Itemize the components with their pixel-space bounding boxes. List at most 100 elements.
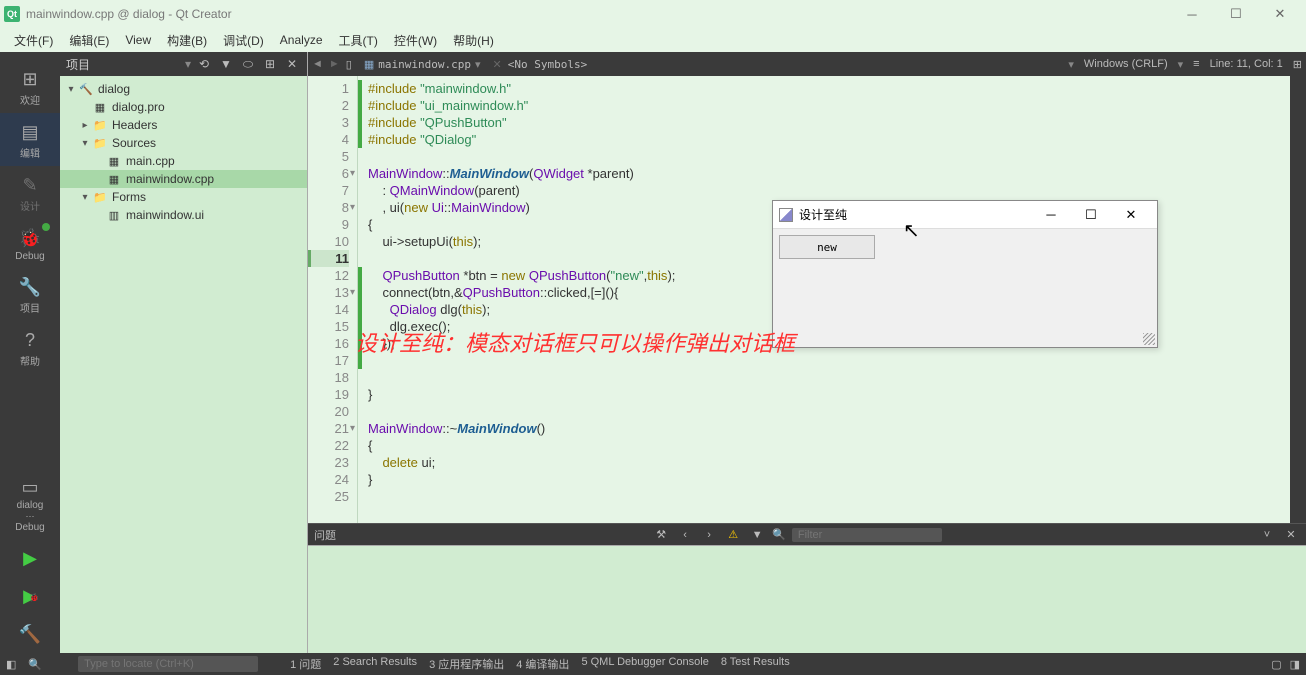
build-button[interactable]: 🔨 — [0, 615, 60, 653]
dialog-minimize-button[interactable]: ─ — [1031, 207, 1071, 223]
tree-item[interactable]: ▸📁Headers — [60, 116, 307, 134]
folder-icon: 📁 — [92, 117, 108, 133]
menu-item[interactable]: Analyze — [272, 31, 331, 49]
output-tab[interactable]: 2 Search Results — [333, 656, 417, 672]
symbols-dropdown[interactable]: <No Symbols> — [508, 58, 587, 71]
menu-item[interactable]: 控件(W) — [386, 30, 445, 51]
mode-selector: ⊞欢迎 ▤编辑 ✎设计 🐞Debug 🔧项目 ?帮助 ▭dialog⋯Debug… — [0, 52, 60, 653]
issues-toolbar: 问题 ⚒ ‹ › ⚠ ▼ 🔍 ˅ ✕ — [308, 523, 1306, 545]
issues-min-icon[interactable]: ˅ — [1258, 529, 1276, 541]
menu-item[interactable]: 文件(F) — [6, 30, 61, 51]
close-button[interactable]: ✕ — [1258, 0, 1302, 28]
output-tab[interactable]: 3 应用程序输出 — [429, 656, 504, 672]
issues-filter-input[interactable] — [792, 528, 942, 542]
sidebar-toggle-icon[interactable]: ◧ — [6, 658, 16, 671]
right-sidebar-toggle-icon[interactable]: ◨ — [1290, 658, 1300, 671]
dialog-maximize-button[interactable]: ☐ — [1071, 207, 1111, 223]
projects-header-label: 项目 — [66, 56, 181, 73]
resize-grip-icon[interactable] — [1143, 333, 1155, 345]
output-tab[interactable]: 4 编译输出 — [516, 656, 569, 672]
output-tab[interactable]: 8 Test Results — [721, 656, 790, 672]
mode-welcome[interactable]: ⊞欢迎 — [0, 60, 60, 113]
mode-design[interactable]: ✎设计 — [0, 166, 60, 219]
runtime-dialog-window: 设计至纯 ─ ☐ ✕ new — [772, 200, 1158, 348]
tree-item-label: mainwindow.ui — [126, 208, 204, 222]
debug-run-button[interactable]: ▶🐞 — [0, 577, 60, 615]
tree-item-label: Forms — [112, 190, 146, 204]
dialog-app-icon — [779, 208, 793, 222]
file-tab[interactable]: ▦ mainwindow.cpp ▾ — [358, 58, 487, 71]
kit-selector[interactable]: ▭dialog⋯Debug — [0, 468, 60, 539]
titlebar: Qt mainwindow.cpp @ dialog - Qt Creator … — [0, 0, 1306, 28]
menu-item[interactable]: 帮助(H) — [445, 30, 502, 51]
tree-item-label: dialog — [98, 82, 130, 96]
annotation-text: 设计至纯：模态对话框只可以操作弹出对话框 — [355, 326, 795, 358]
window-title: mainwindow.cpp @ dialog - Qt Creator — [26, 7, 232, 21]
menubar: 文件(F)编辑(E)View构建(B)调试(D)Analyze工具(T)控件(W… — [0, 28, 1306, 52]
output-tab[interactable]: 1 问题 — [290, 656, 321, 672]
minimize-button[interactable]: ─ — [1170, 0, 1214, 28]
scrollbar-v[interactable] — [1290, 76, 1306, 523]
app-icon: Qt — [4, 6, 20, 22]
next-issue-icon[interactable]: › — [700, 529, 718, 541]
tree-item-label: Sources — [112, 136, 156, 150]
status-close-icon[interactable]: ▢ — [1271, 658, 1281, 671]
menu-item[interactable]: 构建(B) — [159, 30, 215, 51]
locator-input[interactable] — [78, 656, 258, 672]
run-button[interactable]: ▶ — [0, 539, 60, 577]
tree-item-label: dialog.pro — [112, 100, 165, 114]
folder-icon: 📁 — [92, 135, 108, 151]
warning-icon[interactable]: ⚠ — [724, 528, 742, 541]
maximize-button[interactable]: ☐ — [1214, 0, 1258, 28]
statusbar: ◧ 🔍 1 问题2 Search Results3 应用程序输出4 编译输出5 … — [0, 653, 1306, 675]
filter-icon[interactable]: ▼ — [217, 55, 235, 73]
nav-fwd-icon[interactable]: ► — [329, 58, 340, 70]
tree-item[interactable]: ▥ mainwindow.ui — [60, 206, 307, 224]
editor-toolbar: ◄ ► ▯ ▦ mainwindow.cpp ▾ ✕ <No Symbols> … — [308, 52, 1306, 76]
nav-back-icon[interactable]: ◄ — [312, 58, 323, 70]
tree-item[interactable]: ▾📁Forms — [60, 188, 307, 206]
ui-icon: ▥ — [106, 207, 122, 223]
filter-issues-icon[interactable]: ▼ — [748, 529, 766, 541]
dialog-new-button[interactable]: new — [779, 235, 875, 259]
sync-icon[interactable]: ⟲ — [195, 55, 213, 73]
projects-pane: 项目 ▾ ⟲ ▼ ⬭ ⊞ ✕ ▾🔨dialog▦dialog.pro▸📁Head… — [60, 52, 308, 653]
tree-item[interactable]: ▦mainwindow.cpp — [60, 170, 307, 188]
menu-item[interactable]: View — [117, 31, 159, 49]
file-tab-label: mainwindow.cpp — [378, 58, 471, 71]
menu-item[interactable]: 工具(T) — [331, 30, 386, 51]
cpp-file-icon: ▦ — [364, 58, 374, 71]
tree-item[interactable]: ▦ main.cpp — [60, 152, 307, 170]
mode-help[interactable]: ?帮助 — [0, 321, 60, 374]
tree-item-label: Headers — [112, 118, 157, 132]
menu-item[interactable]: 编辑(E) — [61, 30, 117, 51]
prev-issue-icon[interactable]: ‹ — [676, 529, 694, 541]
tree-item[interactable]: ▾🔨dialog — [60, 80, 307, 98]
issues-close-icon[interactable]: ✕ — [1282, 528, 1300, 541]
bookmark-icon[interactable]: ▯ — [346, 58, 352, 71]
project-tree[interactable]: ▾🔨dialog▦dialog.pro▸📁Headers▾📁Sources▦ma… — [60, 76, 307, 228]
tree-item[interactable]: ▾📁Sources — [60, 134, 307, 152]
close-pane-icon[interactable]: ✕ — [283, 55, 301, 73]
lines-icon[interactable]: ≡ — [1193, 58, 1199, 70]
encoding-label[interactable]: Windows (CRLF) — [1084, 58, 1168, 70]
tree-item-label: main.cpp — [126, 154, 175, 168]
link-icon[interactable]: ⬭ — [239, 55, 257, 73]
split-editor-icon[interactable]: ⊞ — [1293, 58, 1302, 71]
menu-item[interactable]: 调试(D) — [215, 30, 272, 51]
build-issues-icon[interactable]: ⚒ — [652, 528, 670, 541]
mode-debug[interactable]: 🐞Debug — [0, 219, 60, 268]
dialog-close-button[interactable]: ✕ — [1111, 207, 1151, 223]
tree-item[interactable]: ▦ dialog.pro — [60, 98, 307, 116]
mode-projects[interactable]: 🔧项目 — [0, 268, 60, 321]
output-tab[interactable]: 5 QML Debugger Console — [581, 656, 708, 672]
dialog-title-text: 设计至纯 — [799, 206, 847, 223]
mode-edit[interactable]: ▤编辑 — [0, 113, 60, 166]
pro-icon: ▦ — [92, 99, 108, 115]
cursor-position: Line: 11, Col: 1 — [1210, 58, 1283, 70]
issues-label: 问题 — [314, 527, 336, 543]
split-icon[interactable]: ⊞ — [261, 55, 279, 73]
tree-item-label: mainwindow.cpp — [126, 172, 214, 186]
cpp-icon: ▦ — [106, 153, 122, 169]
output-pane — [308, 545, 1306, 653]
